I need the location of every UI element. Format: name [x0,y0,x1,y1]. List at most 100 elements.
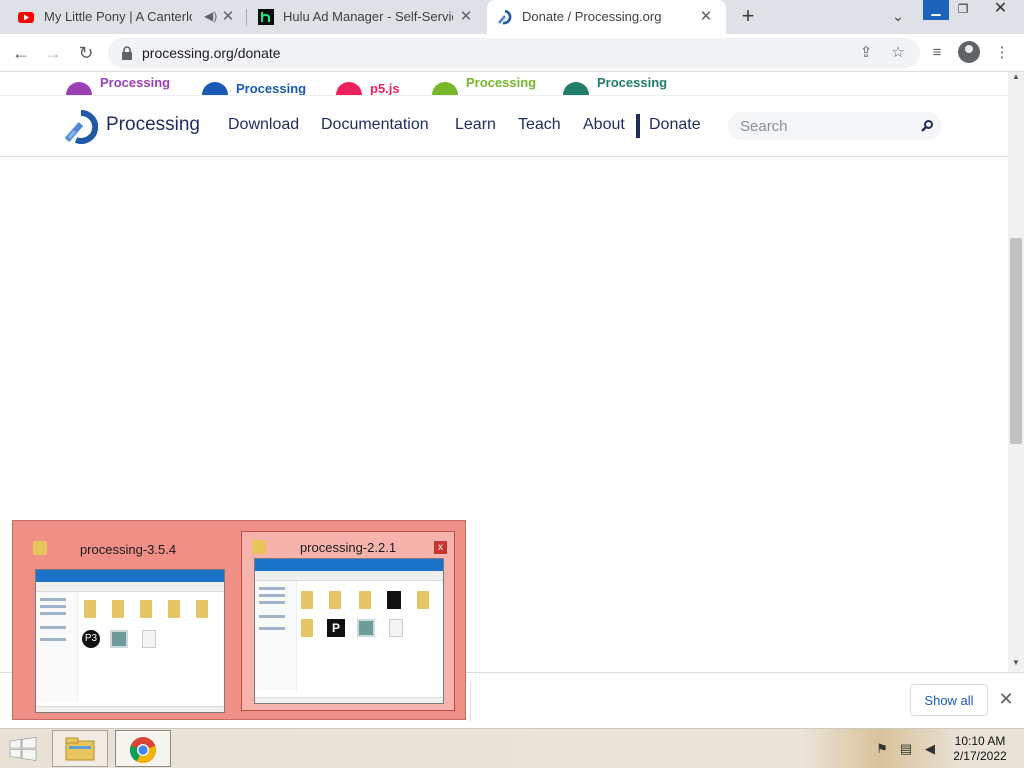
preview-document-icon [142,630,156,648]
preview-sidebar [36,592,78,702]
nav-link-donate[interactable]: Donate [649,116,701,134]
foundation-link-processing-python[interactable]: Processing [563,76,667,95]
nav-link-download[interactable]: Download [228,116,299,134]
site-navigation: Processing Download Documentation Learn … [0,96,1008,157]
new-tab-button[interactable]: + [736,5,760,29]
p5js-asterisk-icon [336,82,362,95]
system-clock[interactable]: 10:10 AM 2/17/2022 [946,734,1014,764]
profile-avatar-icon[interactable] [958,41,980,63]
audio-playing-icon[interactable]: ◀) [204,9,217,23]
preview-sidebar [255,581,297,691]
media-controls-icon[interactable]: ≡ [925,41,949,65]
forward-button[interactable]: → [41,41,65,65]
preview-ribbon [255,559,443,571]
processing-icon [202,82,228,95]
nav-link-documentation[interactable]: Documentation [321,116,429,134]
tab-youtube[interactable]: My Little Pony | A Canterlot Wedding ◀) … [0,0,246,34]
processing-icon [498,9,512,25]
preview-statusbar [36,706,224,712]
taskbar-thumbnail-popup: processing-3.5.4 P3 processing-2.2.1 x P [12,520,466,720]
windows-taskbar: ⚑ ▤ ◀ 10:10 AM 2/17/2022 [0,728,1024,768]
preview-statusbar [255,697,443,703]
volume-muted-icon[interactable]: ◀ [922,741,938,757]
tab-hulu[interactable]: Hulu Ad Manager - Self-Service ✕ [247,0,486,34]
search-icon[interactable] [920,119,934,133]
nav-link-teach[interactable]: Teach [518,116,561,134]
tab-title: My Little Pony | A Canterlot Wedding [44,9,192,24]
preview-sidebar-line [259,594,285,597]
reload-button[interactable]: ↻ [74,41,98,65]
taskbar-app-google-chrome[interactable] [115,730,171,767]
preview-file-icon [110,630,128,648]
preview-sidebar-line [40,626,66,629]
scroll-up-arrow-icon[interactable]: ▲ [1008,72,1024,84]
foundation-link-label: p5.js [370,81,400,96]
close-download-shelf-icon[interactable]: ✕ [996,689,1016,709]
tab-processing-donate[interactable]: Donate / Processing.org ✕ [487,0,726,34]
scrollbar-thumb[interactable] [1010,238,1022,444]
show-all-downloads-button[interactable]: Show all [910,684,988,716]
back-button[interactable]: ← [9,41,33,65]
nav-link-learn[interactable]: Learn [455,116,496,134]
close-tab-icon[interactable]: ✕ [458,9,474,25]
window-thumbnail-preview: P3 [35,569,225,713]
youtube-icon [18,12,34,23]
active-nav-indicator [636,114,640,138]
windows-start-icon[interactable] [8,737,38,761]
preview-folder-icon [301,619,313,637]
preview-sidebar-line [40,598,66,601]
preview-ribbon [36,570,224,582]
preview-folder-icon [196,600,208,618]
taskbar-app-file-explorer[interactable] [52,730,108,767]
page-scrollbar[interactable]: ▲ ▼ [1008,72,1024,672]
close-tab-icon[interactable]: ✕ [220,9,236,25]
file-explorer-icon [65,737,95,761]
foundation-link-label: Processing [236,81,307,96]
site-brand[interactable]: Processing [106,114,200,136]
window-thumbnail-processing-2-2-1[interactable]: processing-2.2.1 x P [241,531,455,711]
processing-logo-icon[interactable] [64,110,98,144]
close-tab-icon[interactable]: ✕ [698,9,714,25]
preview-sidebar-line [259,601,285,604]
tab-title: Donate / Processing.org [522,9,662,24]
bookmark-star-icon[interactable]: ☆ [888,43,908,63]
tab-search-icon[interactable]: ⌄ [888,8,908,28]
preview-sidebar-line [40,638,66,641]
foundation-link-processing-foundation[interactable]: Processing [66,75,171,95]
scroll-down-arrow-icon[interactable]: ▼ [1008,658,1024,672]
preview-sidebar-line [259,615,285,618]
window-close-button[interactable]: ✕ [977,0,1024,20]
preview-folder-icon [417,591,429,609]
window-thumbnail-preview: P [254,558,444,704]
tab-title: Hulu Ad Manager - Self-Service [283,9,453,24]
tab-strip: My Little Pony | A Canterlot Wedding ◀) … [0,0,1024,34]
preview-folder-icon [359,591,371,609]
clock-date: 2/17/2022 [953,749,1007,763]
network-icon[interactable]: ▤ [898,741,914,757]
chrome-menu-icon[interactable]: ⋮ [990,41,1014,65]
window-restore-button[interactable]: ❐ [950,0,976,20]
preview-document-icon [389,619,403,637]
preview-folder-icon [140,600,152,618]
share-icon[interactable]: ⇪ [856,43,876,63]
chrome-icon [129,737,156,764]
address-bar[interactable]: processing.org/donate ⇪ ☆ [108,38,920,68]
lock-icon[interactable] [120,45,134,61]
window-minimize-button[interactable]: ▁ [923,0,949,20]
foundation-link-p5js[interactable]: p5.js [336,81,400,96]
window-thumbnail-processing-3-5-4[interactable]: processing-3.5.4 P3 [21,531,235,713]
processing-python-icon [563,82,589,95]
processing-android-icon [432,82,458,95]
action-center-flag-icon[interactable]: ⚑ [874,741,890,757]
download-divider [470,681,471,721]
foundation-link-processing-android[interactable]: Processing [432,76,536,95]
preview-toolbar [36,582,224,592]
nav-link-about[interactable]: About [583,116,625,134]
foundation-link-processing[interactable]: Processing [202,81,307,96]
hulu-icon [258,9,274,25]
foundation-link-label: Processing [100,75,171,90]
close-window-thumbnail-icon[interactable]: x [434,541,447,554]
site-search [728,112,942,140]
search-input[interactable] [740,116,910,136]
preview-folder-icon [329,591,341,609]
